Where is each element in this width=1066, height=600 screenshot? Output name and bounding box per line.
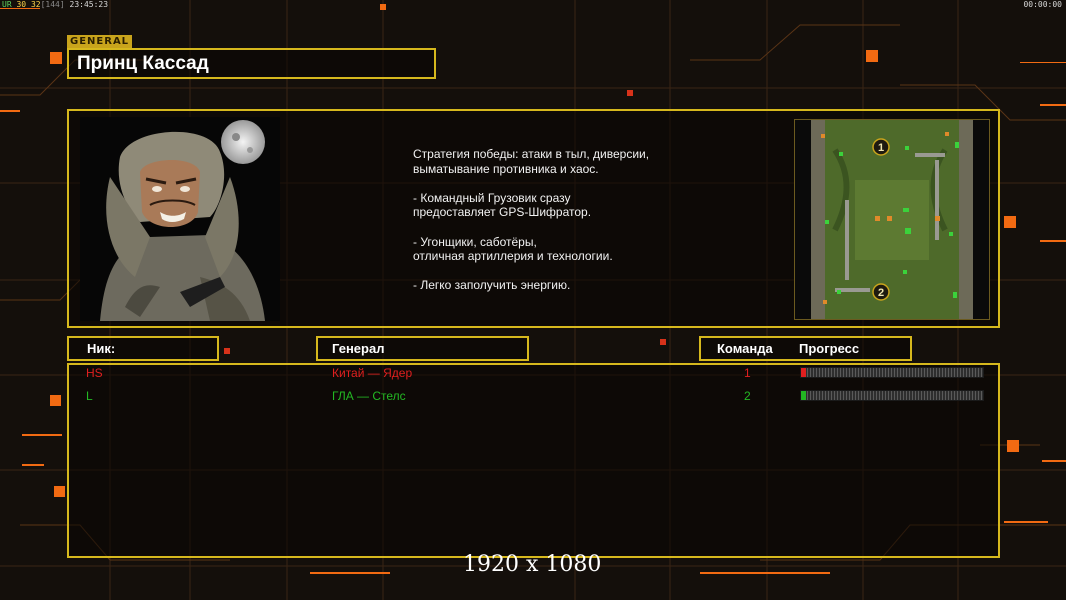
general-portrait-icon bbox=[80, 117, 280, 321]
player-team: 2 bbox=[744, 389, 751, 403]
hud-value-b: 32 bbox=[30, 0, 41, 9]
player-general: ГЛА — Стелс bbox=[332, 389, 406, 403]
player-nick: L bbox=[86, 389, 93, 403]
header-team-progress-box: Команда Прогресс bbox=[699, 336, 912, 361]
table-row: HS Китай — Ядер 1 bbox=[68, 362, 998, 384]
progress-bar bbox=[800, 390, 984, 401]
player-nick: HS bbox=[86, 366, 103, 380]
resolution-label: 1920 x 1080 bbox=[463, 552, 602, 577]
header-general-box: Генерал bbox=[316, 336, 529, 361]
header-general: Генерал bbox=[332, 341, 385, 356]
progress-bar bbox=[800, 367, 984, 378]
table-row: L ГЛА — Стелс 2 bbox=[68, 385, 998, 407]
hud-clock: 23:45:23 bbox=[69, 0, 109, 9]
hud-value-c: [144] bbox=[40, 0, 65, 9]
header-nick: Ник: bbox=[87, 341, 116, 356]
header-nick-box: Ник: bbox=[67, 336, 219, 361]
header-progress: Прогресс bbox=[799, 341, 860, 356]
general-name-box: Принц Кассад bbox=[67, 48, 436, 79]
minimap: 1 2 bbox=[794, 119, 990, 320]
player-general: Китай — Ядер bbox=[332, 366, 413, 380]
hud-value-a: 30 bbox=[16, 0, 27, 9]
map-marker-2: 2 bbox=[878, 287, 884, 299]
progress-fill bbox=[801, 391, 807, 400]
header-team: Команда bbox=[717, 341, 773, 356]
general-tag: GENERAL bbox=[67, 35, 133, 48]
map-marker-1: 1 bbox=[878, 142, 884, 154]
strategy-description: Стратегия победы: атаки в тыл, диверсии,… bbox=[413, 147, 650, 293]
general-name: Принц Кассад bbox=[77, 53, 209, 74]
minimap-icon: 1 2 bbox=[811, 120, 973, 319]
hud-status: UR 30 32[144] 23:45:23 bbox=[2, 0, 108, 9]
player-team: 1 bbox=[744, 366, 751, 380]
hud-prefix: UR bbox=[2, 0, 12, 9]
progress-fill bbox=[801, 368, 807, 377]
hud-timer: 00:00:00 bbox=[1023, 0, 1062, 9]
